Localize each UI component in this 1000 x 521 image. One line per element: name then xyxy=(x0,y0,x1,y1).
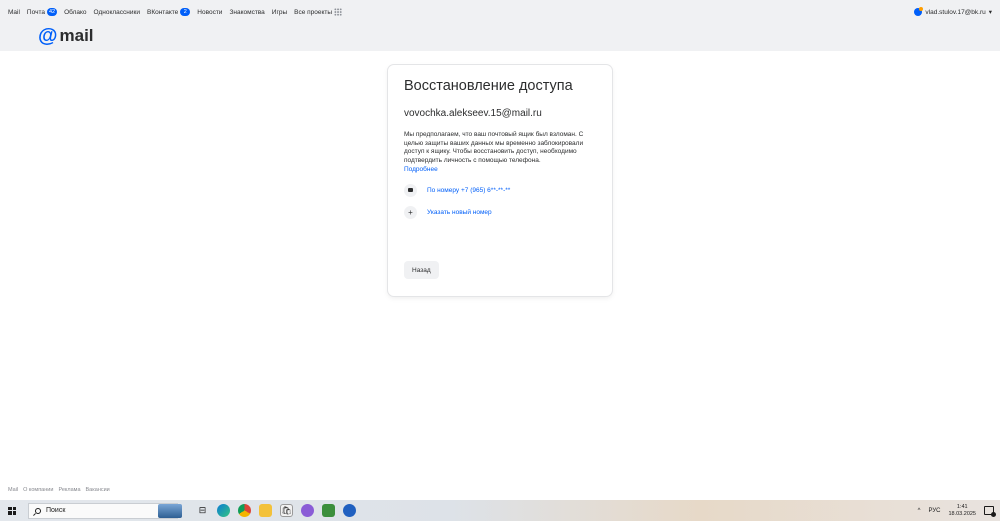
footer: Mail О компании Реклама Вакансии xyxy=(8,487,110,493)
grid-icon xyxy=(334,8,343,16)
page-title: Восстановление доступа xyxy=(404,78,573,94)
plus-icon: + xyxy=(404,205,417,219)
notification-icon[interactable] xyxy=(984,506,996,517)
chevron-down-icon: ▾ xyxy=(988,9,992,16)
tray-expand-icon[interactable]: ^ xyxy=(918,508,921,514)
edge-icon[interactable] xyxy=(217,504,230,517)
portal-link-pochta[interactable]: Почта 42 xyxy=(27,8,58,16)
user-email: vlad.stulov.17@bk.ru xyxy=(925,8,986,16)
portal-link-znakomstva[interactable]: Знакомства xyxy=(229,9,264,16)
portal-link-odnoklassniki[interactable]: Одноклассники xyxy=(94,9,140,16)
header: @ mail xyxy=(0,24,1000,51)
account-email: vovochka.alekseev.15@mail.ru xyxy=(404,108,542,119)
windows-icon xyxy=(8,506,16,515)
footer-link-ads[interactable]: Реклама xyxy=(58,487,80,493)
pinned-apps: ⊟ 🛍 xyxy=(196,504,356,517)
search-icon xyxy=(35,507,41,514)
user-menu[interactable]: vlad.stulov.17@bk.ru ▾ xyxy=(914,0,992,24)
portal-link-mail[interactable]: Mail xyxy=(8,9,20,16)
new-number-label: Указать новый номер xyxy=(427,208,492,216)
file-explorer-icon[interactable] xyxy=(259,504,272,517)
news-widget-icon[interactable] xyxy=(158,503,182,518)
start-button[interactable] xyxy=(2,500,22,521)
task-view-icon[interactable]: ⊟ xyxy=(196,504,209,517)
portal-link-novosti[interactable]: Новости xyxy=(197,9,222,16)
clock-time: 1:41 xyxy=(956,503,968,510)
store-icon[interactable]: 🛍 xyxy=(280,504,293,517)
footer-link-about[interactable]: О компании xyxy=(23,487,53,493)
taskbar: Поиск ⊟ 🛍 ^ РУС 1:41 18.03.2025 xyxy=(0,500,1000,521)
mail-logo[interactable]: @ mail xyxy=(38,26,94,46)
portal-link-vkontakte[interactable]: ВКонтакте 2 xyxy=(147,8,191,16)
system-tray: ^ РУС 1:41 18.03.2025 xyxy=(918,500,996,521)
clock-date: 18.03.2025 xyxy=(948,510,976,517)
back-button[interactable]: Назад xyxy=(404,261,439,279)
footer-link-jobs[interactable]: Вакансии xyxy=(86,487,110,493)
access-recovery-card: Восстановление доступа vovochka.alekseev… xyxy=(388,65,612,296)
hacked-notice-text: Мы предполагаем, что ваш почтовый ящик б… xyxy=(404,131,584,165)
taskbar-search[interactable]: Поиск xyxy=(28,502,178,519)
portal-link-oblako[interactable]: Облако xyxy=(64,9,86,16)
language-indicator[interactable]: РУС xyxy=(928,508,940,514)
viber-icon[interactable] xyxy=(301,504,314,517)
more-info-link[interactable]: Подробнее xyxy=(404,166,596,175)
logo-text: mail xyxy=(59,26,94,45)
search-placeholder: Поиск xyxy=(46,507,66,514)
avatar xyxy=(914,7,924,16)
chrome-profile-icon[interactable] xyxy=(343,504,356,517)
chrome-icon[interactable] xyxy=(238,504,251,517)
portal-bar: Mail Почта 42 Облако Одноклассники ВКонта… xyxy=(0,0,1000,24)
vk-counter-badge: 2 xyxy=(180,8,191,16)
recover-by-phone-label: По номеру +7 (965) 6**-**-** xyxy=(427,186,511,194)
recover-by-phone-option[interactable]: По номеру +7 (965) 6**-**-** xyxy=(404,183,596,197)
portal-link-igry[interactable]: Игры xyxy=(272,9,287,16)
portal-link-all-projects[interactable]: Все проекты xyxy=(294,8,343,16)
new-number-option[interactable]: + Указать новый номер xyxy=(404,205,596,219)
unread-counter-badge: 42 xyxy=(46,8,58,16)
message-icon xyxy=(404,183,417,197)
clock[interactable]: 1:41 18.03.2025 xyxy=(948,504,976,518)
footer-link-mail[interactable]: Mail xyxy=(8,487,18,493)
package-icon[interactable] xyxy=(322,504,335,517)
portal-links: Mail Почта 42 Облако Одноклассники ВКонта… xyxy=(8,8,343,16)
at-sign-icon: @ xyxy=(38,25,58,47)
